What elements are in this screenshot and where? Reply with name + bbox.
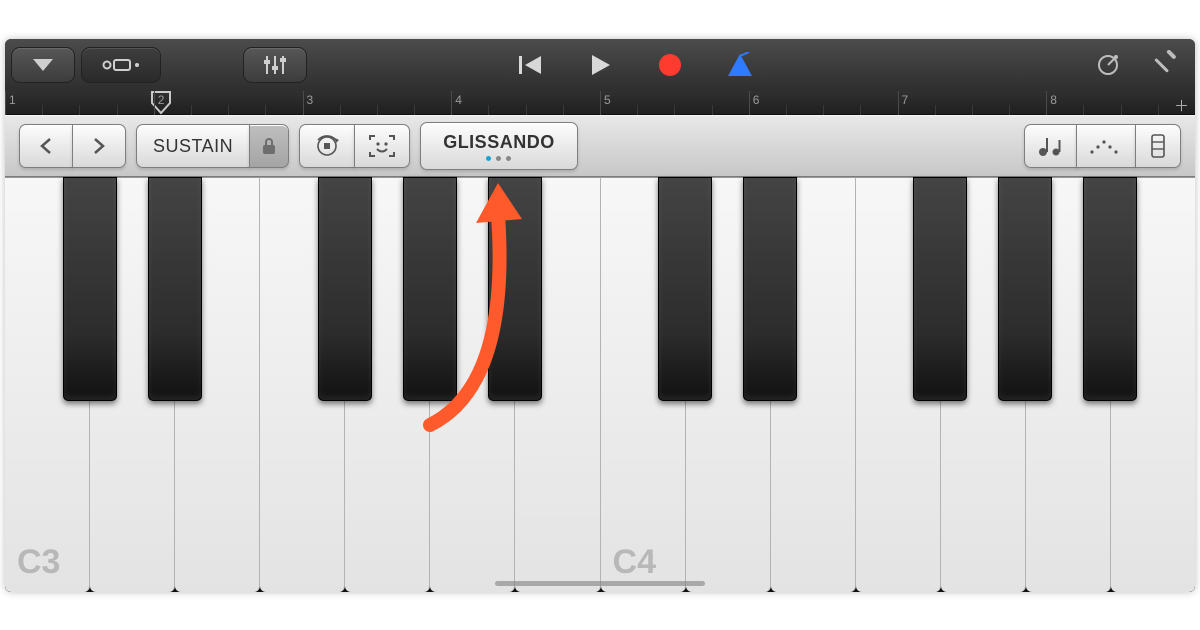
ruler-bar-label: 4 bbox=[455, 93, 462, 107]
octave-up-button[interactable] bbox=[72, 124, 126, 168]
play-button[interactable] bbox=[568, 39, 632, 91]
ruler-bar-label: 6 bbox=[753, 93, 760, 107]
face-control-button[interactable] bbox=[354, 124, 410, 168]
chord-input-button[interactable] bbox=[1024, 124, 1078, 168]
ruler-bar-5: 5 bbox=[600, 91, 601, 115]
metronome-button[interactable] bbox=[708, 39, 772, 91]
black-key[interactable] bbox=[63, 177, 118, 401]
pitch-control-button[interactable] bbox=[299, 124, 355, 168]
black-key[interactable] bbox=[743, 177, 798, 401]
black-key[interactable] bbox=[148, 177, 203, 401]
master-effects-button[interactable] bbox=[1083, 39, 1133, 91]
ruler-bar-2: 2 bbox=[154, 91, 155, 115]
sustain-button[interactable]: SUSTAIN bbox=[136, 124, 250, 168]
black-key[interactable] bbox=[403, 177, 458, 401]
piano-keyboard[interactable]: C3 C4 bbox=[5, 177, 1195, 592]
ruler-bar-1: 1 bbox=[5, 91, 6, 115]
key-label-c4: C4 bbox=[613, 543, 656, 582]
go-to-start-button[interactable] bbox=[498, 39, 562, 91]
tracks-view-button[interactable] bbox=[81, 47, 161, 83]
key-label-c3: C3 bbox=[17, 543, 60, 582]
ruler-bar-8: 8 bbox=[1046, 91, 1047, 115]
garageband-keyboard-view: ＋ 1 2 3 4 5 6 7 8 SUSTAIN bbox=[5, 39, 1195, 592]
ruler-bar-label: 2 bbox=[158, 93, 165, 107]
ruler-bar-label: 3 bbox=[307, 93, 314, 107]
settings-button[interactable] bbox=[1139, 39, 1189, 91]
black-key[interactable] bbox=[1083, 177, 1138, 401]
keyboard-layout-button[interactable] bbox=[1135, 124, 1181, 168]
ruler-bar-label: 7 bbox=[902, 93, 909, 107]
ruler-bar-7: 7 bbox=[898, 91, 899, 115]
sustain-lock-button[interactable] bbox=[249, 124, 289, 168]
black-key[interactable] bbox=[658, 177, 713, 401]
glissando-label: GLISSANDO bbox=[443, 132, 555, 153]
timeline-ruler[interactable]: ＋ 1 2 3 4 5 6 7 8 bbox=[5, 91, 1195, 115]
ruler-bar-6: 6 bbox=[749, 91, 750, 115]
ruler-bar-4: 4 bbox=[451, 91, 452, 115]
keyboard-control-strip: SUSTAIN bbox=[5, 115, 1195, 177]
octave-down-button[interactable] bbox=[19, 124, 73, 168]
black-key[interactable] bbox=[998, 177, 1053, 401]
add-section-button[interactable]: ＋ bbox=[1174, 95, 1189, 116]
browser-menu-button[interactable] bbox=[11, 47, 75, 83]
record-button[interactable] bbox=[638, 39, 702, 91]
ruler-bar-3: 3 bbox=[303, 91, 304, 115]
black-key[interactable] bbox=[488, 177, 543, 401]
arpeggiator-button[interactable] bbox=[1076, 124, 1136, 168]
home-indicator bbox=[495, 581, 705, 586]
sustain-label: SUSTAIN bbox=[153, 136, 233, 157]
track-settings-button[interactable] bbox=[243, 47, 307, 83]
top-toolbar bbox=[5, 39, 1195, 91]
glissando-mode-button[interactable]: GLISSANDO bbox=[420, 122, 578, 170]
black-key[interactable] bbox=[318, 177, 373, 401]
black-key[interactable] bbox=[913, 177, 968, 401]
ruler-bar-label: 8 bbox=[1050, 93, 1057, 107]
ruler-bar-label: 1 bbox=[9, 93, 16, 107]
ruler-bar-label: 5 bbox=[604, 93, 611, 107]
glissando-page-dots bbox=[486, 156, 511, 161]
